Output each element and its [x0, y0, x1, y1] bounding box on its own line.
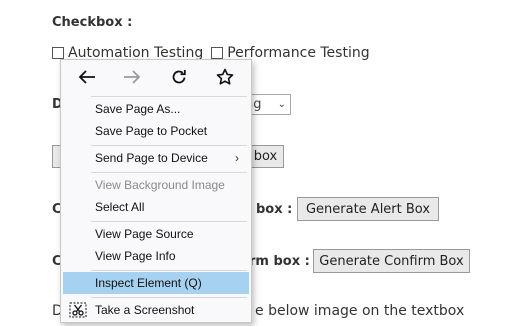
- menu-item-label: View Background Image: [95, 178, 225, 192]
- alert-row-label: box :: [256, 202, 293, 217]
- menu-item-send-to-device[interactable]: Send Page to Device ›: [63, 147, 249, 169]
- menu-separator: [91, 270, 247, 271]
- menu-item-take-screenshot[interactable]: Take a Screenshot: [63, 299, 249, 321]
- menu-item-label: Select All: [95, 200, 145, 214]
- menu-item-label: Inspect Element (Q): [95, 276, 202, 290]
- generate-confirm-button[interactable]: Generate Confirm Box: [313, 249, 470, 273]
- menu-item-label: View Page Source: [95, 227, 194, 241]
- partial-button-label: box: [253, 149, 278, 164]
- generate-alert-button[interactable]: Generate Alert Box: [297, 197, 439, 221]
- checkbox-heading: Checkbox :: [52, 15, 133, 30]
- drag-instruction-text: e below image on the textbox: [255, 303, 465, 319]
- submenu-chevron-right-icon: ›: [235, 151, 239, 165]
- context-menu: Save Page As... Save Page to Pocket Send…: [60, 59, 252, 323]
- context-menu-nav-row: [61, 60, 251, 94]
- star-icon[interactable]: [214, 66, 236, 88]
- menu-item-label: Save Page to Pocket: [95, 124, 208, 138]
- menu-separator: [91, 297, 247, 298]
- menu-separator: [91, 221, 247, 222]
- performance-testing-checkbox[interactable]: [211, 47, 224, 59]
- forward-arrow-icon: [121, 66, 143, 88]
- menu-item-label: Take a Screenshot: [95, 303, 195, 317]
- menu-item-select-all[interactable]: Select All: [63, 196, 249, 218]
- menu-separator: [91, 172, 247, 173]
- confirm-row-label: rm box :: [249, 254, 310, 269]
- menu-separator: [91, 96, 247, 97]
- menu-item-view-page-source[interactable]: View Page Source: [63, 223, 249, 245]
- automation-testing-checkbox[interactable]: [52, 47, 64, 59]
- menu-separator: [91, 145, 247, 146]
- menu-item-view-background-image: View Background Image: [63, 174, 249, 196]
- menu-item-label: Send Page to Device: [95, 151, 208, 165]
- back-arrow-icon[interactable]: [76, 66, 98, 88]
- partial-button-right[interactable]: box: [248, 145, 284, 168]
- menu-item-save-to-pocket[interactable]: Save Page to Pocket: [63, 120, 249, 142]
- menu-item-view-page-info[interactable]: View Page Info: [63, 245, 249, 267]
- menu-item-label: View Page Info: [95, 249, 176, 263]
- menu-item-save-page-as[interactable]: Save Page As...: [63, 98, 249, 120]
- menu-item-inspect-element[interactable]: Inspect Element (Q): [63, 272, 249, 294]
- reload-icon[interactable]: [168, 66, 190, 88]
- screenshot-scissors-icon: [69, 302, 87, 318]
- chevron-down-icon: ⌄: [277, 99, 286, 110]
- menu-item-label: Save Page As...: [95, 102, 181, 116]
